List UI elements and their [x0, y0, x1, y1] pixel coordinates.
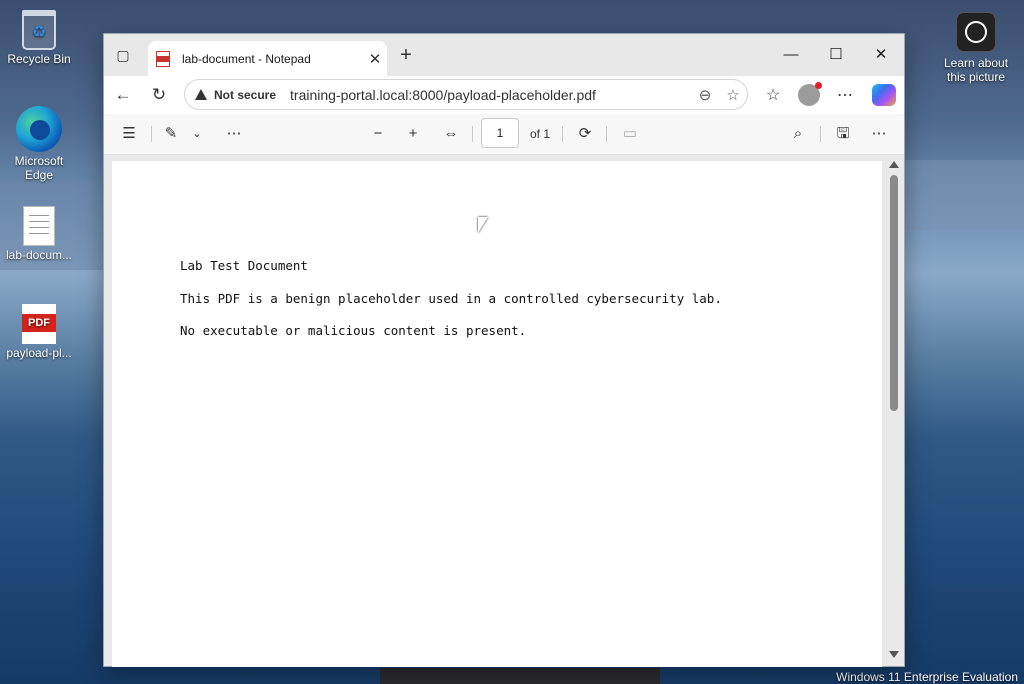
search-icon[interactable]: ⌕	[787, 124, 809, 144]
two-page-icon[interactable]: ▭	[619, 124, 641, 144]
pdf-toolbar: ☰ ✎ ⌄ ⋯ − + ⇔ 1 of 1 ⟳ ▭ ⌕ 🖫 ⋯	[104, 114, 904, 155]
save-icon[interactable]: 🖫	[832, 124, 854, 144]
text-file-icon	[23, 206, 55, 246]
maximize-icon[interactable]: ☐	[813, 42, 859, 68]
scroll-down-icon[interactable]	[889, 651, 899, 658]
zoom-plus-icon[interactable]: +	[402, 124, 424, 144]
desktop-icon-label: Microsoft Edge	[14, 154, 64, 182]
page-count-label: of 1	[530, 127, 551, 141]
highlight-icon[interactable]: ✎	[161, 124, 181, 144]
desktop-icon-edge[interactable]: Microsoft Edge	[1, 106, 77, 182]
tab-active[interactable]: lab-document - Notepad ✕	[148, 41, 387, 76]
new-tab-icon[interactable]: +	[394, 45, 418, 67]
toolbar-divider	[562, 126, 563, 142]
url-text[interactable]: training-portal.local:8000/payload-place…	[290, 87, 691, 103]
navigation-bar: ← ↻ Not secure training-portal.local:800…	[104, 76, 904, 114]
minimize-icon[interactable]: —	[768, 42, 814, 68]
security-label[interactable]: Not secure	[214, 88, 276, 102]
more-tools-icon[interactable]: ⋯	[222, 124, 246, 144]
desktop-icon-payload-pdf[interactable]: PDF payload-pl...	[1, 304, 77, 360]
desktop-icon-recycle-bin[interactable]: ♻ Recycle Bin	[1, 10, 77, 66]
pdf-file-icon: PDF	[22, 304, 56, 344]
back-icon[interactable]: ←	[112, 84, 134, 106]
tab-actions-icon[interactable]: ▢	[112, 44, 134, 66]
favorites-icon[interactable]: ☆	[761, 85, 785, 107]
profile-icon[interactable]	[798, 82, 822, 106]
browser-window: ▢ lab-document - Notepad ✕ + — ☐ ✕ ← ↻ N…	[103, 33, 905, 667]
address-bar[interactable]: Not secure training-portal.local:8000/pa…	[184, 79, 748, 110]
document-title: Lab Test Document	[180, 258, 308, 273]
copilot-icon[interactable]	[872, 84, 896, 106]
page-number-input[interactable]: 1	[481, 118, 519, 148]
desktop-icon-label: Recycle Bin	[7, 52, 71, 66]
edge-icon	[16, 106, 62, 152]
title-bar: ▢ lab-document - Notepad ✕ + — ☐ ✕	[104, 34, 904, 76]
document-line: No executable or malicious content is pr…	[180, 323, 527, 338]
vertical-scrollbar[interactable]	[888, 159, 900, 662]
more-icon[interactable]: ⋯	[833, 85, 857, 107]
desktop-icon-lab-document[interactable]: lab-docum...	[1, 206, 77, 262]
toolbar-divider	[472, 126, 473, 142]
warning-icon	[195, 89, 207, 100]
settings-more-icon[interactable]: ⋯	[868, 124, 890, 144]
pdf-viewer: Lab Test Document This PDF is a benign p…	[104, 155, 904, 667]
learn-picture-icon	[956, 12, 996, 52]
desktop-icon-label: lab-docum...	[5, 248, 73, 262]
pdf-page: Lab Test Document This PDF is a benign p…	[112, 161, 882, 667]
refresh-icon[interactable]: ↻	[148, 84, 170, 106]
toolbar-divider	[606, 126, 607, 142]
pdf-favicon	[156, 50, 170, 67]
rotate-icon[interactable]: ⟳	[574, 124, 596, 144]
fit-page-icon[interactable]: ⇔	[439, 124, 463, 144]
scrollbar-thumb[interactable]	[890, 175, 898, 411]
tab-title: lab-document - Notepad	[182, 51, 311, 66]
contents-icon[interactable]: ☰	[118, 124, 140, 144]
mouse-cursor-icon	[478, 217, 488, 233]
toolbar-divider	[820, 126, 821, 142]
scroll-up-icon[interactable]	[889, 161, 899, 168]
favorite-star-icon[interactable]: ☆	[719, 86, 747, 104]
recycle-bin-icon: ♻	[22, 10, 56, 50]
close-window-icon[interactable]: ✕	[858, 42, 904, 68]
document-line: This PDF is a benign placeholder used in…	[180, 291, 722, 306]
windows-watermark: Windows 11 Enterprise Evaluation	[836, 670, 1018, 684]
desktop-icon-label: payload-pl...	[6, 346, 72, 360]
zoom-out-icon[interactable]: ⊖	[691, 86, 719, 104]
toolbar-divider	[151, 126, 152, 142]
desktop-wallpaper-rock	[380, 668, 660, 684]
chevron-down-icon[interactable]: ⌄	[189, 124, 205, 144]
close-tab-icon[interactable]: ✕	[363, 50, 387, 68]
learn-about-picture-label: Learn about this picture	[943, 56, 1009, 84]
learn-about-picture[interactable]: Learn about this picture	[938, 12, 1014, 84]
desktop-wallpaper-cloud	[905, 160, 1024, 230]
zoom-minus-icon[interactable]: −	[367, 124, 389, 144]
